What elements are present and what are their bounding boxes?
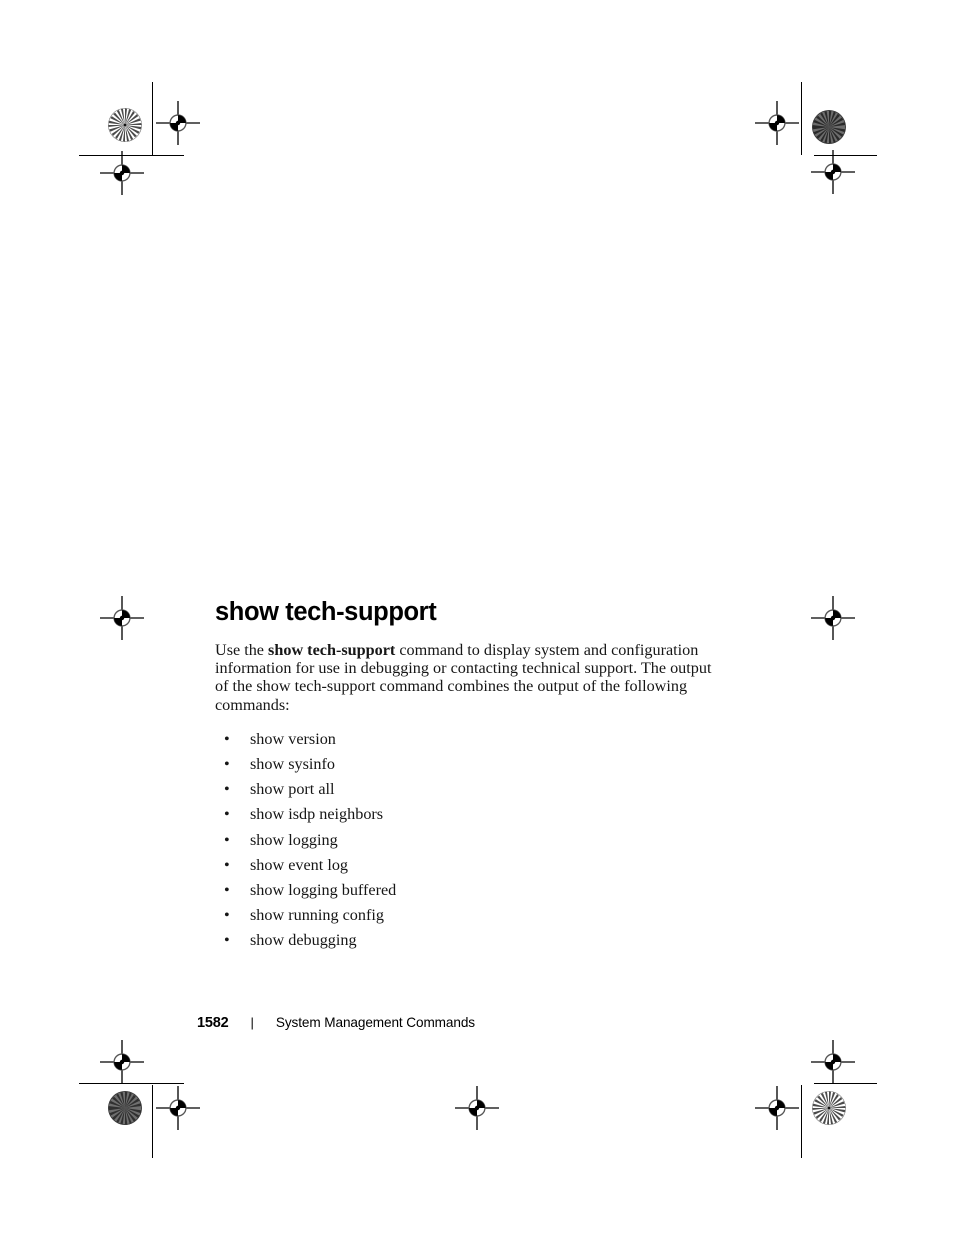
page-footer: 1582 | System Management Commands <box>197 1015 475 1031</box>
registration-target <box>156 101 200 145</box>
list-item: • show logging <box>215 828 715 853</box>
list-item: • show port all <box>215 777 715 802</box>
bullet-icon: • <box>224 880 230 899</box>
bullet-icon: • <box>224 805 230 824</box>
crop-mark <box>152 1085 153 1158</box>
registration-target <box>811 596 855 640</box>
crop-mark <box>814 1083 877 1084</box>
registration-target <box>755 101 799 145</box>
registration-target <box>755 1086 799 1130</box>
registration-target <box>811 1040 855 1084</box>
registration-target <box>100 596 144 640</box>
footer-separator: | <box>250 1015 254 1030</box>
footer-page-number: 1582 <box>197 1015 229 1031</box>
list-item: • show isdp neighbors <box>215 802 715 827</box>
crop-mark <box>152 82 153 155</box>
list-item-label: show logging buffered <box>250 880 397 899</box>
list-item-label: show logging <box>250 830 338 849</box>
list-item: • show version <box>215 727 715 752</box>
command-list: • show version • show sysinfo • show por… <box>215 727 715 953</box>
crop-mark <box>801 82 802 155</box>
crop-mark <box>79 1083 184 1084</box>
list-item-label: show event log <box>250 855 349 874</box>
list-item: • show sysinfo <box>215 752 715 777</box>
registration-target <box>156 1086 200 1130</box>
list-item-label: show debugging <box>250 930 357 949</box>
footer-section-title: System Management Commands <box>275 1015 475 1030</box>
list-item-label: show version <box>250 730 336 749</box>
bullet-icon: • <box>224 755 230 774</box>
list-item: • show running config <box>215 903 715 928</box>
bullet-icon: • <box>224 730 230 749</box>
bullet-icon: • <box>224 830 230 849</box>
bullet-icon: • <box>224 930 230 949</box>
star-target <box>812 1091 846 1125</box>
crop-mark <box>814 155 877 156</box>
registration-target <box>100 151 144 195</box>
crop-mark <box>79 155 184 156</box>
paragraph-text-before-command: Use the <box>215 640 269 659</box>
bullet-icon: • <box>224 780 230 799</box>
crop-mark <box>801 1085 802 1158</box>
page-content: show tech-support Use the show tech-supp… <box>215 598 715 953</box>
registration-target <box>811 150 855 194</box>
list-item-label: show port all <box>250 780 335 799</box>
list-item: • show event log <box>215 853 715 878</box>
list-item-label: show isdp neighbors <box>250 805 384 824</box>
star-target <box>108 1091 142 1125</box>
bullet-icon: • <box>224 905 230 924</box>
registration-target <box>100 1040 144 1084</box>
bullet-icon: • <box>224 855 230 874</box>
list-item: • show debugging <box>215 928 715 953</box>
list-item-label: show running config <box>250 905 384 924</box>
star-target <box>108 108 142 142</box>
intro-paragraph: Use the show tech-support command to dis… <box>215 641 715 715</box>
inline-command-name: show tech-support <box>268 640 396 659</box>
list-item-label: show sysinfo <box>250 755 335 774</box>
list-item: • show logging buffered <box>215 878 715 903</box>
registration-target <box>455 1086 499 1130</box>
page-title: show tech-support <box>215 598 437 626</box>
star-target <box>812 110 846 144</box>
